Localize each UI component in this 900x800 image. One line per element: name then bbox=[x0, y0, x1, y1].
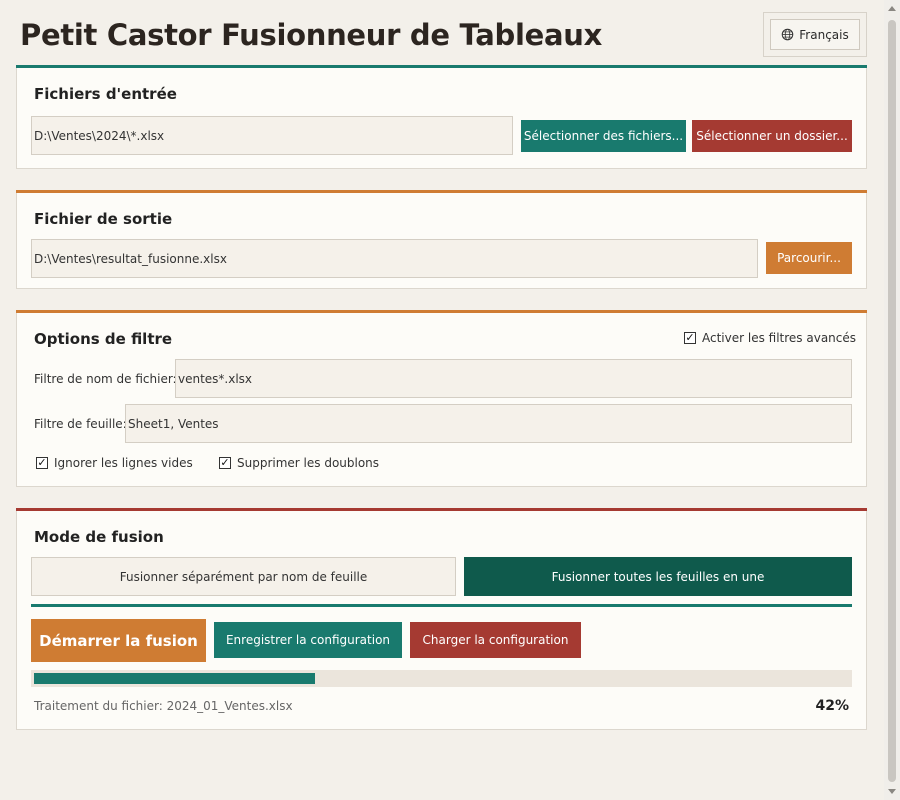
vertical-scrollbar[interactable] bbox=[884, 0, 900, 800]
input-files-title: Fichiers d'entrée bbox=[34, 85, 177, 103]
filter-options-title: Options de filtre bbox=[34, 330, 173, 348]
language-switcher: Français bbox=[763, 12, 867, 57]
status-text: Traitement du fichier: 2024_01_Ventes.xl… bbox=[34, 699, 293, 713]
save-config-button[interactable]: Enregistrer la configuration bbox=[214, 622, 402, 658]
select-files-button[interactable]: Sélectionner des fichiers... bbox=[521, 120, 686, 152]
start-merge-button[interactable]: Démarrer la fusion bbox=[31, 619, 206, 662]
browse-button[interactable]: Parcourir... bbox=[766, 242, 852, 274]
mode-divider bbox=[31, 604, 852, 607]
filename-filter-label: Filtre de nom de fichier: bbox=[34, 372, 177, 386]
mode-all-sheets-button[interactable]: Fusionner toutes les feuilles en une bbox=[464, 557, 852, 596]
merge-mode-card: Mode de fusion Fusionner séparément par … bbox=[16, 508, 867, 730]
scroll-thumb[interactable] bbox=[888, 20, 896, 782]
globe-icon bbox=[781, 28, 794, 41]
sheet-filter-input[interactable]: Sheet1, Ventes bbox=[125, 404, 852, 443]
output-file-title: Fichier de sortie bbox=[34, 210, 173, 228]
language-button[interactable]: Français bbox=[770, 19, 860, 50]
card-accent-stripe bbox=[16, 65, 867, 68]
ignore-empty-checkbox[interactable]: ✓ bbox=[36, 457, 48, 469]
advanced-filters-label: Activer les filtres avancés bbox=[702, 331, 857, 345]
scroll-down-arrow[interactable] bbox=[888, 789, 896, 794]
language-label: Français bbox=[799, 27, 849, 42]
merge-mode-title: Mode de fusion bbox=[34, 528, 164, 546]
remove-duplicates-checkbox[interactable]: ✓ bbox=[219, 457, 231, 469]
ignore-empty-label: Ignorer les lignes vides bbox=[54, 456, 193, 470]
progress-fill bbox=[34, 673, 315, 684]
sheet-filter-label: Filtre de feuille: bbox=[34, 417, 127, 431]
input-files-card: Fichiers d'entrée D:\Ventes\2024\*.xlsx … bbox=[16, 65, 867, 169]
remove-duplicates-label: Supprimer les doublons bbox=[237, 456, 380, 470]
app-title: Petit Castor Fusionneur de Tableaux bbox=[20, 18, 603, 52]
advanced-filters-checkbox[interactable]: ✓ bbox=[684, 332, 696, 344]
load-config-button[interactable]: Charger la configuration bbox=[410, 622, 581, 658]
select-folder-button[interactable]: Sélectionner un dossier... bbox=[692, 120, 852, 152]
card-accent-stripe bbox=[16, 190, 867, 193]
input-path-field[interactable]: D:\Ventes\2024\*.xlsx bbox=[31, 116, 513, 155]
card-accent-stripe bbox=[16, 508, 867, 511]
output-path-field[interactable]: D:\Ventes\resultat_fusionne.xlsx bbox=[31, 239, 758, 278]
progress-percent: 42% bbox=[815, 698, 849, 714]
filter-options-card: Options de filtre ✓ Activer les filtres … bbox=[16, 310, 867, 487]
progress-bar bbox=[31, 670, 852, 687]
mode-by-sheet-button[interactable]: Fusionner séparément par nom de feuille bbox=[31, 557, 456, 596]
card-accent-stripe bbox=[16, 310, 867, 313]
scroll-up-arrow[interactable] bbox=[888, 6, 896, 11]
filename-filter-input[interactable]: ventes*.xlsx bbox=[175, 359, 852, 398]
output-file-card: Fichier de sortie D:\Ventes\resultat_fus… bbox=[16, 190, 867, 289]
